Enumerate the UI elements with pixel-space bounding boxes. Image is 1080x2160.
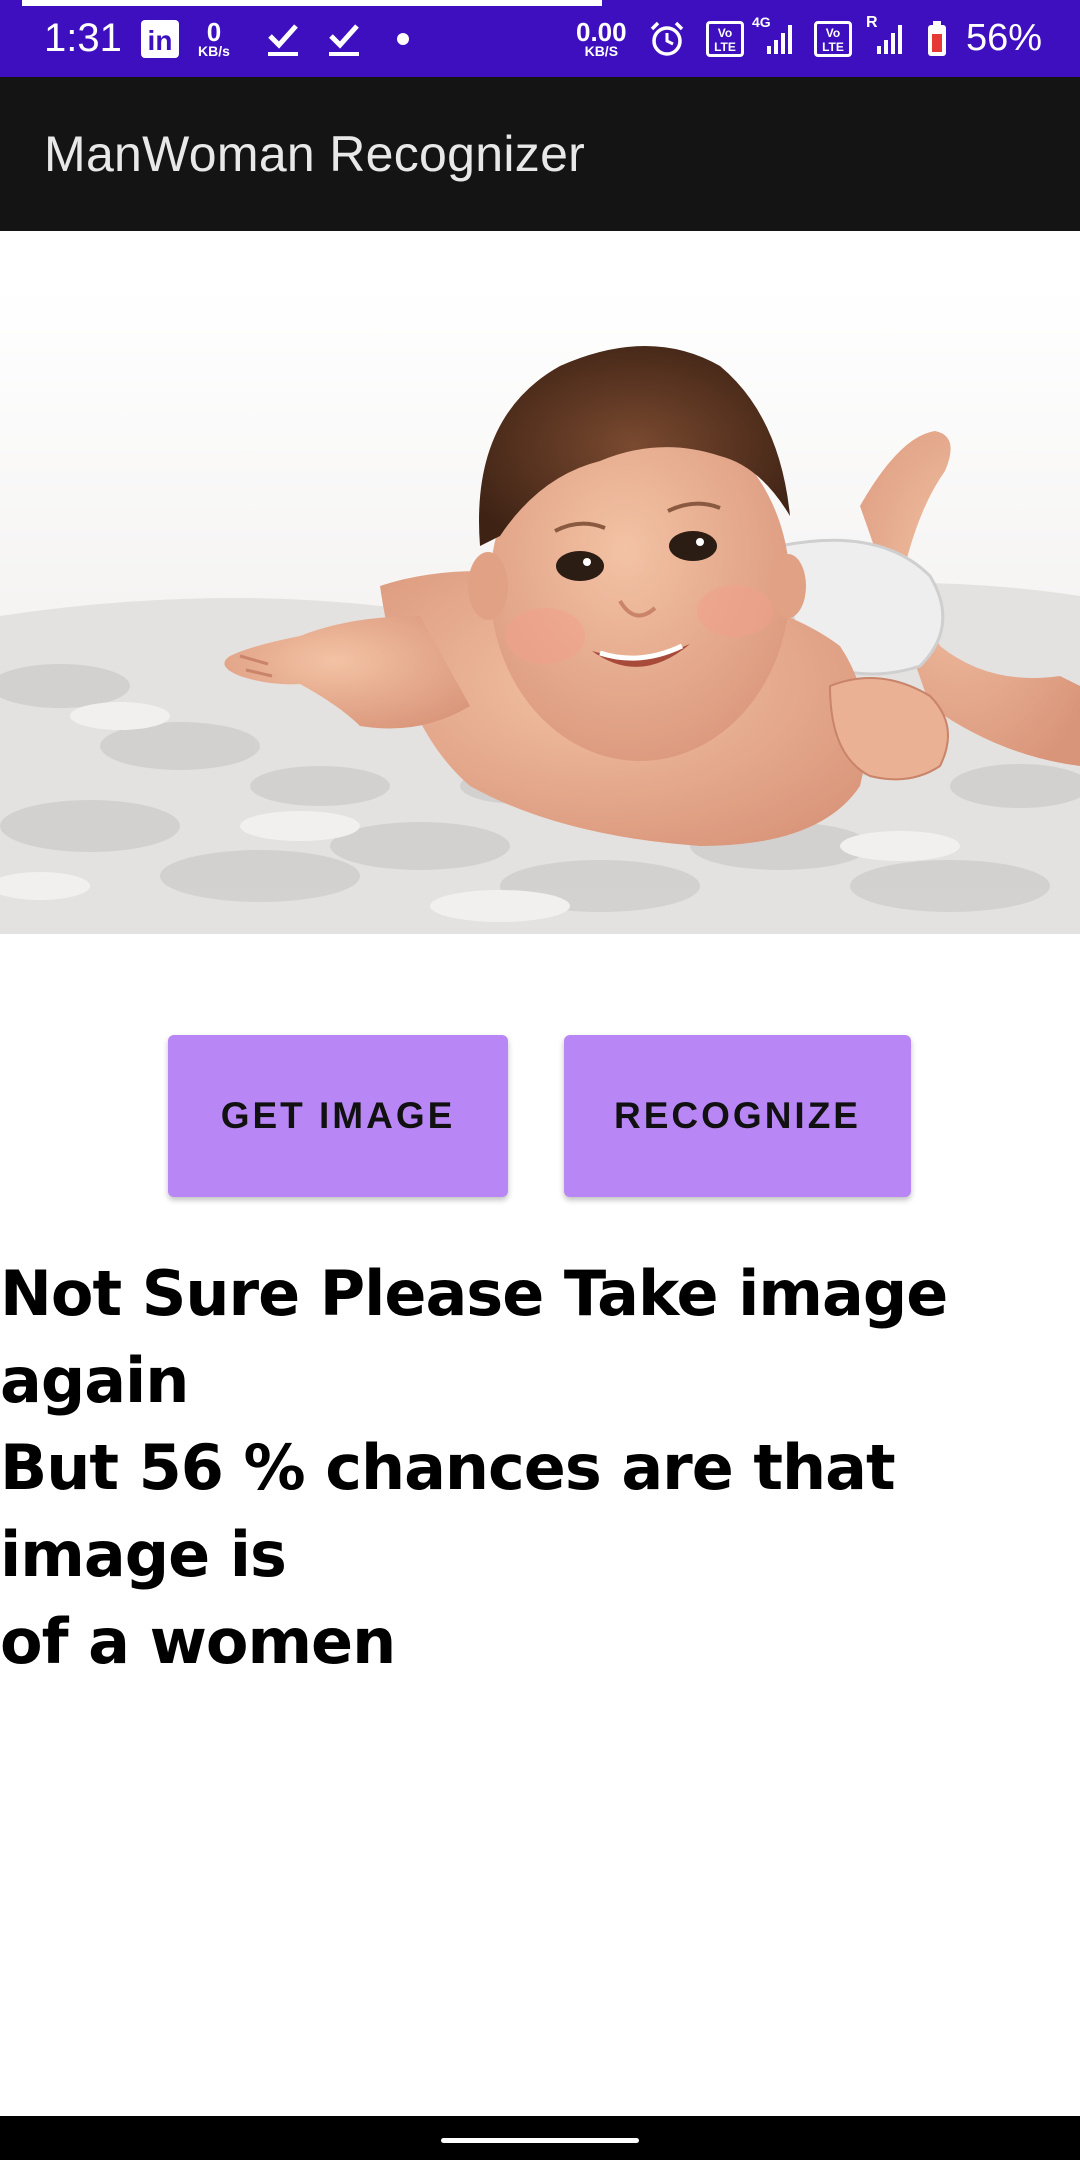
volte-icon-sim2: Vo LTE (814, 0, 852, 77)
battery-icon (926, 0, 948, 77)
volte-badge-sim2: Vo LTE (814, 20, 852, 57)
signal-icon (766, 0, 796, 77)
status-time: 1:31 (44, 16, 122, 60)
battery-percent: 56% (966, 17, 1043, 59)
navigation-bar (0, 2116, 1080, 2160)
check-icon (327, 0, 361, 77)
volte-icon-sim1: Vo LTE (706, 0, 744, 77)
result-text: Not Sure Please Take image again But 56 … (0, 1250, 1080, 1685)
speed-right-value: 0.00 (576, 16, 627, 47)
speed-left-unit: KB/s (198, 42, 230, 59)
dot-icon (396, 0, 410, 77)
svg-text:in: in (148, 25, 173, 56)
home-gesture-handle[interactable] (441, 2138, 639, 2143)
network-speed-left: 0 KB/s (198, 0, 230, 77)
status-bar: 1:31 in 0 KB/s 0.00 KB/S Vo LTE 4G Vo LT… (0, 0, 1080, 77)
recognize-button[interactable]: RECOGNIZE (564, 1035, 911, 1197)
signal-icon (876, 0, 906, 77)
speed-right-unit: KB/S (584, 42, 619, 59)
network-speed-right: 0.00 KB/S (576, 0, 627, 77)
result-line-3: of a women (0, 1605, 396, 1678)
speed-left-value: 0 (206, 16, 222, 47)
alarm-icon (648, 0, 686, 77)
app-bar: ManWoman Recognizer (0, 77, 1080, 231)
get-image-button[interactable]: GET IMAGE (168, 1035, 508, 1197)
linkedin-icon: in (140, 0, 180, 77)
selected-image (0, 286, 1080, 934)
check-icon (266, 0, 300, 77)
result-line-2: But 56 % chances are that image is (0, 1431, 896, 1591)
app-title: ManWoman Recognizer (44, 126, 586, 182)
result-line-1: Not Sure Please Take image again (0, 1257, 948, 1417)
volte-badge-sim1: Vo LTE (706, 20, 744, 57)
